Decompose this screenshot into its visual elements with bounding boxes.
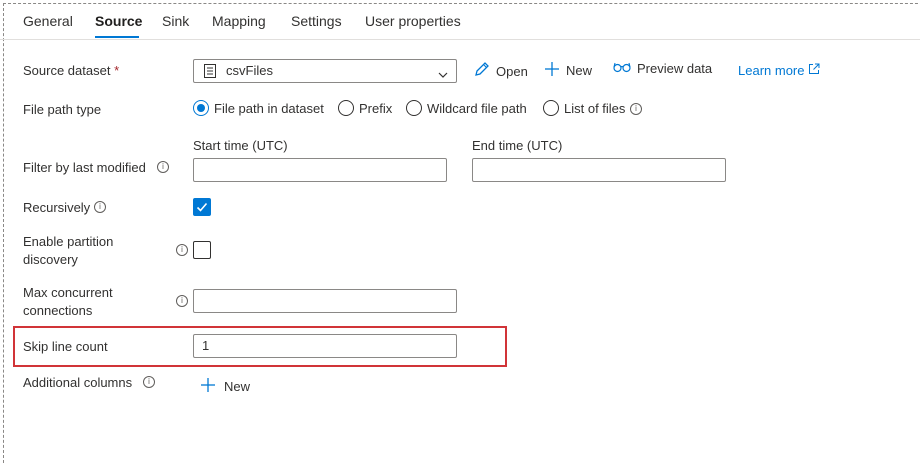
- info-icon[interactable]: i: [630, 103, 642, 115]
- end-time-input[interactable]: [472, 158, 726, 182]
- tab-bar: General Source Sink Mapping Settings Use…: [0, 0, 920, 40]
- radio-button: [406, 100, 422, 116]
- radio-label: List of files: [564, 100, 626, 116]
- pencil-icon: [473, 61, 496, 81]
- max-concurrent-label: Max concurrent connections: [23, 285, 113, 318]
- tab-source[interactable]: Source: [95, 13, 142, 29]
- learn-more-label: Learn more: [738, 63, 805, 78]
- source-dataset-value: csvFiles: [226, 63, 273, 78]
- max-concurrent-input[interactable]: [193, 289, 457, 313]
- plus-icon: [544, 61, 566, 80]
- source-dataset-select[interactable]: csvFiles: [193, 59, 457, 83]
- radio-list-of-files[interactable]: List of files: [543, 100, 625, 116]
- radio-button: [338, 100, 354, 116]
- skip-line-count-label: Skip line count: [23, 339, 108, 354]
- info-icon[interactable]: i: [176, 244, 188, 256]
- partition-discovery-checkbox[interactable]: [193, 241, 211, 259]
- tab-user-properties[interactable]: User properties: [365, 13, 461, 29]
- radio-prefix[interactable]: Prefix: [338, 100, 392, 116]
- learn-more-link[interactable]: Learn more: [738, 63, 820, 78]
- radio-wildcard-file-path[interactable]: Wildcard file path: [406, 100, 527, 116]
- source-dataset-label-text: Source dataset: [23, 63, 111, 78]
- info-icon[interactable]: i: [94, 201, 106, 213]
- required-mark: *: [114, 63, 120, 78]
- add-column-label: New: [224, 379, 251, 394]
- radio-label: File path in dataset: [214, 100, 324, 116]
- preview-data-label: Preview data: [637, 61, 713, 76]
- additional-columns-label: Additional columns: [23, 375, 133, 390]
- glasses-icon: [613, 61, 637, 76]
- add-column-button[interactable]: New: [200, 377, 250, 396]
- external-link-icon: [804, 63, 820, 78]
- start-time-input[interactable]: [193, 158, 447, 182]
- radio-label: Wildcard file path: [427, 100, 527, 116]
- chevron-down-icon: [438, 66, 448, 84]
- info-icon[interactable]: i: [157, 161, 169, 173]
- tab-settings[interactable]: Settings: [291, 13, 342, 29]
- skip-line-count-input[interactable]: 1: [193, 334, 457, 358]
- preview-data-button[interactable]: Preview data: [613, 61, 712, 76]
- start-time-label: Start time (UTC): [193, 138, 288, 153]
- recursively-checkbox[interactable]: [193, 198, 211, 216]
- radio-file-path-in-dataset[interactable]: File path in dataset: [193, 100, 324, 116]
- open-button[interactable]: Open: [473, 61, 528, 81]
- tab-general[interactable]: General: [23, 13, 73, 29]
- radio-button-selected: [193, 100, 209, 116]
- tab-mapping[interactable]: Mapping: [212, 13, 266, 29]
- recursively-label: Recursively: [23, 200, 91, 215]
- tab-sink[interactable]: Sink: [162, 13, 189, 29]
- partition-discovery-label: Enable partition discovery: [23, 234, 114, 267]
- active-tab-indicator: [95, 36, 139, 38]
- new-dataset-button[interactable]: New: [544, 61, 592, 80]
- plus-icon: [200, 377, 224, 396]
- end-time-label: End time (UTC): [472, 138, 563, 153]
- new-label: New: [566, 63, 593, 78]
- info-icon[interactable]: i: [176, 295, 188, 307]
- radio-button: [543, 100, 559, 116]
- info-icon[interactable]: i: [143, 376, 155, 388]
- open-label: Open: [496, 63, 528, 79]
- filter-last-modified-label: Filter by last modified: [23, 160, 146, 175]
- radio-label: Prefix: [359, 100, 393, 116]
- file-path-type-label: File path type: [23, 102, 102, 117]
- source-dataset-label: Source dataset *: [23, 62, 119, 80]
- file-icon: [204, 64, 216, 83]
